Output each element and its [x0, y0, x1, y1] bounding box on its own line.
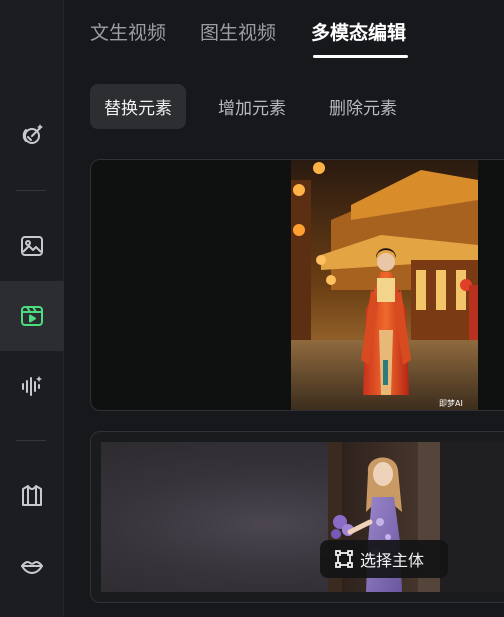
- sidebar-item-image[interactable]: [0, 211, 64, 281]
- lips-icon: [21, 561, 43, 574]
- audio-wave-icon: [22, 376, 42, 396]
- magic-pen-icon: [22, 124, 43, 144]
- video-icon: [21, 306, 43, 326]
- sidebar-item-video[interactable]: [0, 281, 64, 351]
- select-subject-button[interactable]: 选择主体: [320, 540, 448, 578]
- select-frame-icon: [335, 550, 353, 568]
- active-tab-indicator: [313, 55, 408, 58]
- tab-multimodal-edit[interactable]: 多模态编辑: [311, 18, 406, 45]
- sidebar-divider: [16, 440, 46, 441]
- subtab-replace-element[interactable]: 替换元素: [90, 84, 186, 129]
- watermark-label: 即梦AI: [439, 399, 463, 408]
- subtab-add-element[interactable]: 增加元素: [204, 84, 300, 129]
- tab-text-to-video[interactable]: 文生视频: [90, 18, 166, 45]
- sidebar-item-clothing[interactable]: [0, 461, 64, 531]
- sidebar: [0, 0, 64, 617]
- preview-image: 即梦AI: [291, 160, 478, 410]
- sidebar-item-lips[interactable]: [0, 531, 64, 601]
- subtab-delete-element[interactable]: 删除元素: [315, 84, 411, 129]
- preview-card[interactable]: 即梦AI: [90, 159, 504, 411]
- tab-image-to-video[interactable]: 图生视频: [200, 18, 276, 45]
- shirt-icon: [22, 485, 42, 506]
- sidebar-item-magic[interactable]: [0, 100, 64, 170]
- sidebar-item-audio[interactable]: [0, 351, 64, 421]
- sidebar-divider: [16, 190, 46, 191]
- subject-background-right: [440, 442, 504, 592]
- select-subject-label: 选择主体: [360, 551, 425, 570]
- image-icon: [21, 236, 43, 256]
